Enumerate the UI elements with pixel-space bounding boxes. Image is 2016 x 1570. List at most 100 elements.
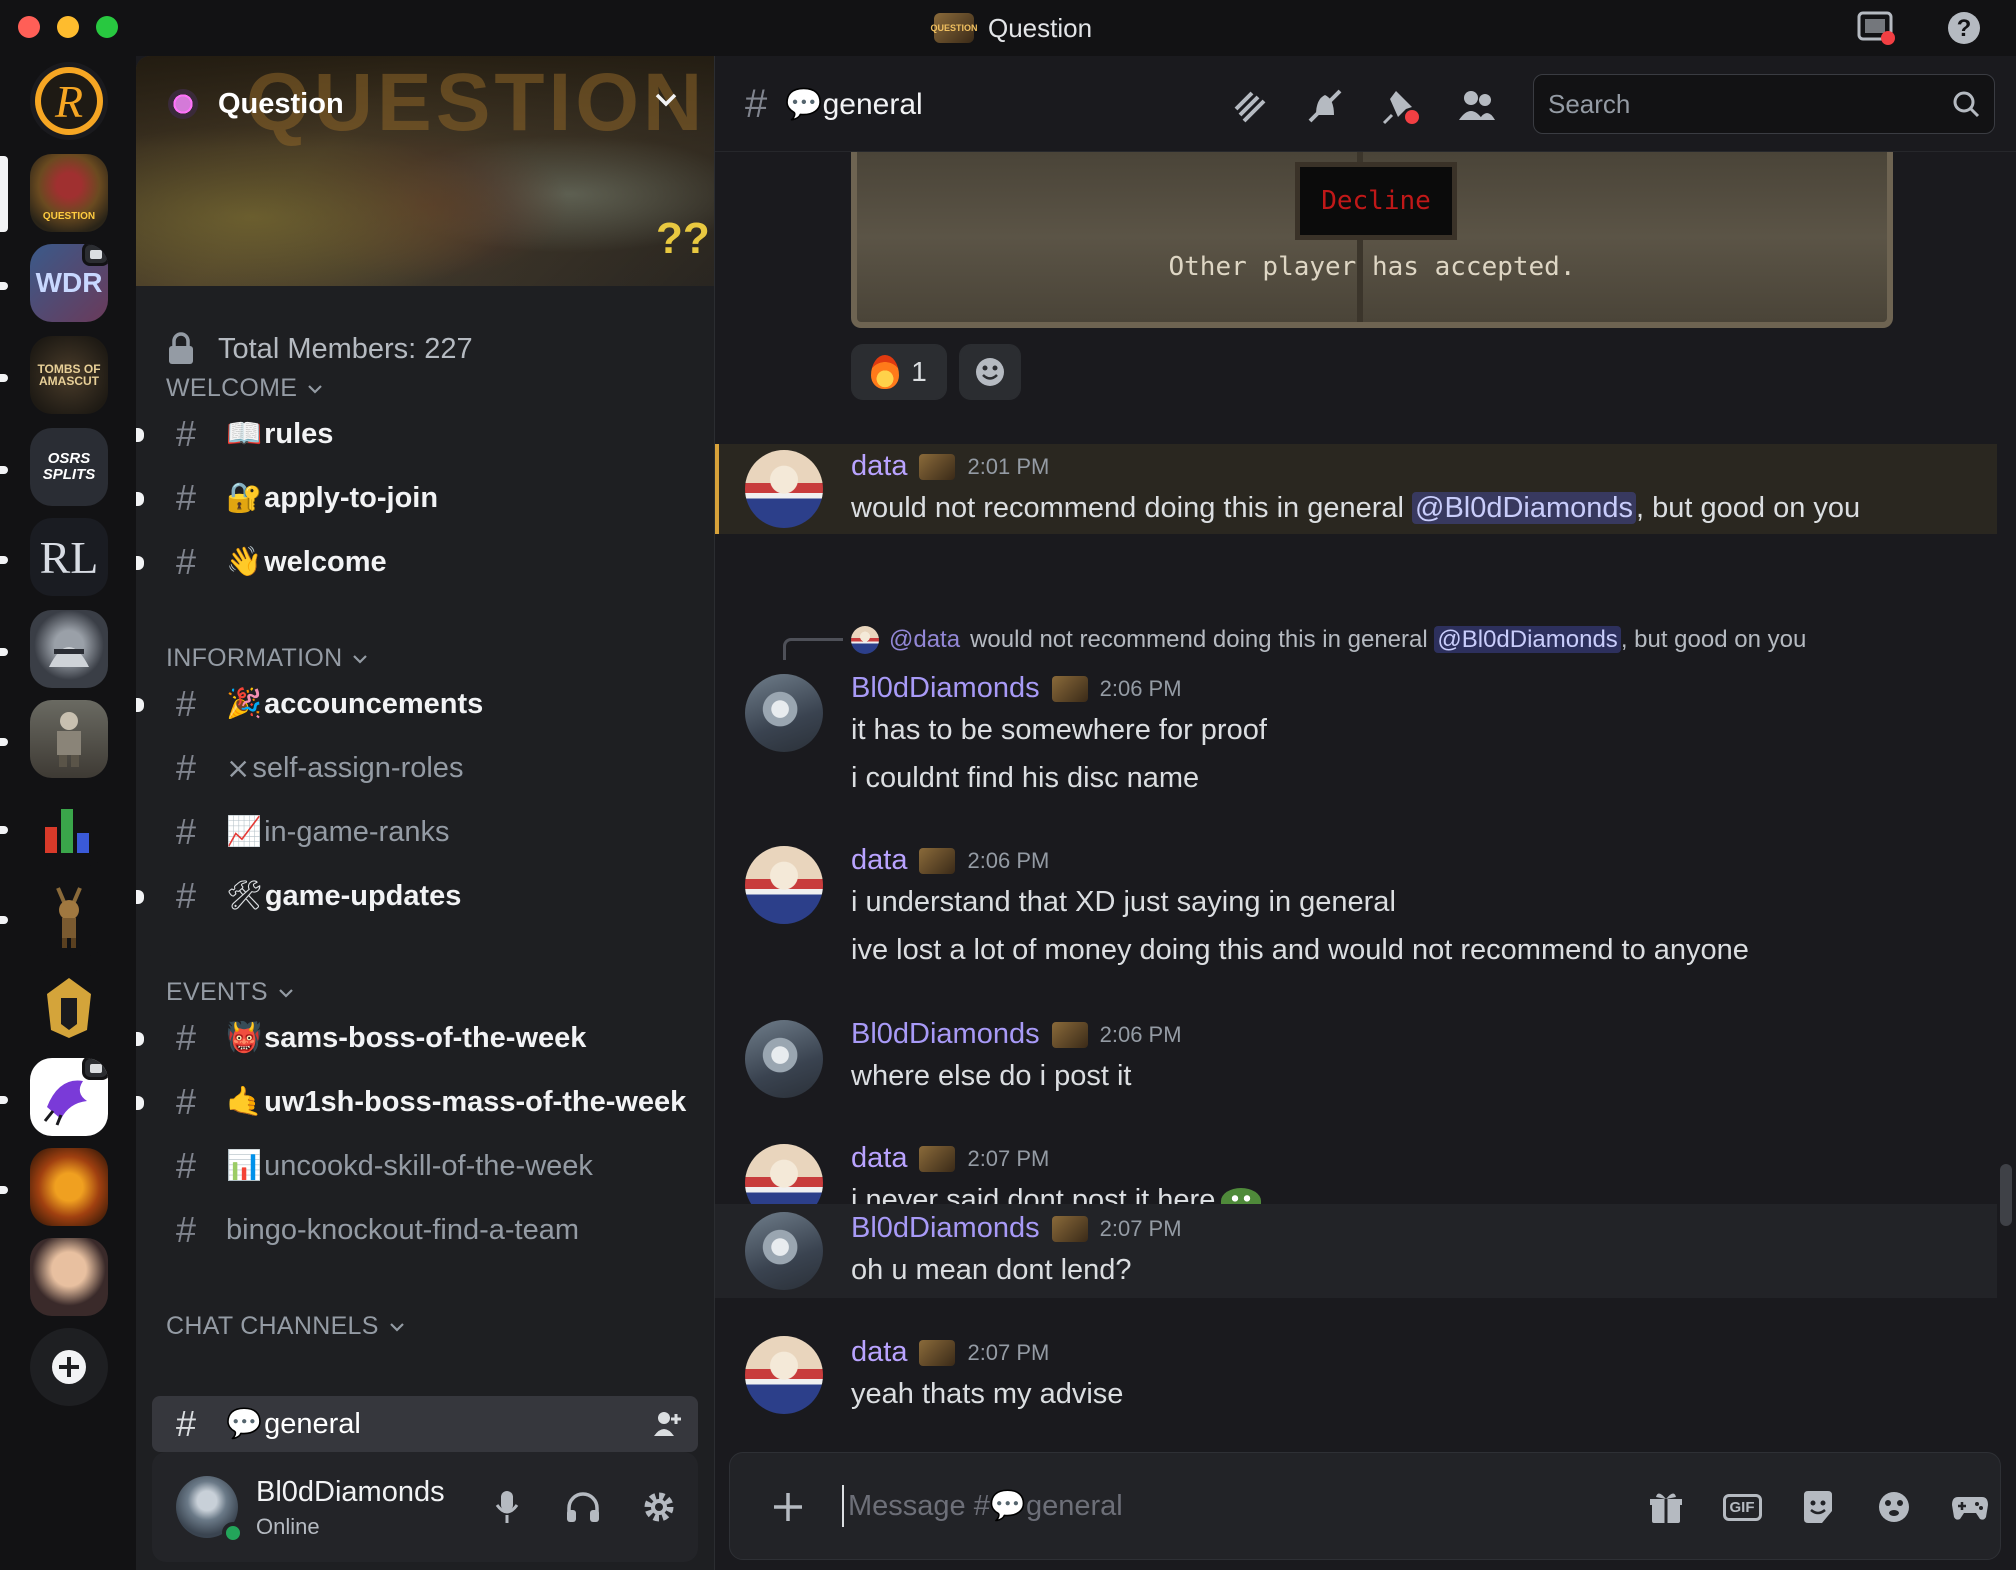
reply-preview[interactable]: @data would not recommend doing this in …: [851, 626, 1806, 654]
close-window-button[interactable]: [18, 16, 40, 38]
channel-accouncements[interactable]: # 🎉 accouncements: [136, 676, 698, 732]
search-input[interactable]: Search: [1533, 74, 1995, 134]
category-information[interactable]: INFORMATION: [166, 644, 368, 673]
inbox-icon[interactable]: [1856, 10, 1896, 46]
avatar[interactable]: [745, 1212, 823, 1290]
hash-icon: #: [745, 82, 768, 126]
pins-button[interactable]: [1381, 86, 1421, 126]
user-name[interactable]: Bl0dDiamonds: [256, 1476, 445, 1509]
microphone-button[interactable]: [482, 1482, 532, 1532]
mute-button[interactable]: [1305, 86, 1345, 126]
embed-status-text: Other player has accepted.: [1168, 252, 1576, 282]
message-author[interactable]: data: [851, 844, 907, 877]
user-mention[interactable]: @Bl0dDiamonds: [1412, 492, 1637, 524]
channel-emoji: 📖: [226, 418, 263, 450]
message-header: data 2:07 PM: [851, 1336, 1049, 1369]
channel-self-assign-roles[interactable]: # ⨯ self-assign-roles: [152, 740, 698, 796]
emoji-button[interactable]: [1870, 1483, 1918, 1531]
add-reaction-button[interactable]: [959, 344, 1021, 400]
message[interactable]: Bl0dDiamonds 2:07 PM oh u mean dont lend…: [715, 1204, 1997, 1298]
message-timestamp: 2:07 PM: [967, 1145, 1050, 1171]
server-tombs[interactable]: TOMBS OF AMASCUT: [30, 336, 108, 414]
settings-button[interactable]: [634, 1482, 684, 1532]
server-helm[interactable]: [30, 610, 108, 688]
server-reindeer[interactable]: [30, 878, 108, 956]
user-mention[interactable]: @Bl0dDiamonds: [1434, 626, 1621, 653]
server-header[interactable]: Question: [136, 56, 714, 152]
message-timestamp: 2:07 PM: [967, 1339, 1050, 1365]
gif-button[interactable]: GIF: [1718, 1483, 1766, 1531]
unread-indicator: [136, 556, 144, 570]
add-member-icon[interactable]: [652, 1410, 682, 1438]
message[interactable]: data 2:01 PM would not recommend doing t…: [715, 444, 1997, 534]
server-osrs-splits[interactable]: OSRS SPLITS: [30, 428, 108, 506]
sticker-button[interactable]: [1794, 1483, 1842, 1531]
server-tombs-label: TOMBS OF AMASCUT: [37, 362, 101, 388]
message-author[interactable]: Bl0dDiamonds: [851, 1212, 1040, 1245]
gift-button[interactable]: [1642, 1483, 1690, 1531]
message-author[interactable]: data: [851, 1142, 907, 1175]
avatar[interactable]: [745, 846, 823, 924]
server-spartan[interactable]: [30, 968, 108, 1046]
boost-icon: [168, 89, 198, 119]
channel-apply-to-join[interactable]: # 🔐 apply-to-join: [136, 470, 698, 526]
message[interactable]: @data would not recommend doing this in …: [715, 564, 1997, 794]
category-events[interactable]: EVENTS: [166, 978, 294, 1007]
scrollbar-thumb[interactable]: [2000, 1164, 2012, 1226]
unread-indicator: [0, 826, 8, 834]
zoom-window-button[interactable]: [96, 16, 118, 38]
reaction-count: 1: [911, 356, 927, 387]
member-count-channel[interactable]: Total Members: 227: [166, 332, 473, 366]
server-stats[interactable]: [30, 788, 108, 866]
chevron-down-icon: [308, 384, 323, 394]
headphones-button[interactable]: [558, 1482, 608, 1532]
message[interactable]: data 2:06 PM i understand that XD just s…: [715, 784, 1997, 966]
unread-indicator: [0, 648, 8, 656]
help-icon[interactable]: ?: [1944, 10, 1984, 46]
channel-rules[interactable]: # 📖 rules: [136, 406, 698, 462]
server-bird[interactable]: [30, 1058, 108, 1136]
activities-button[interactable]: [1946, 1483, 1994, 1531]
reaction-fire[interactable]: 1: [851, 344, 947, 400]
channel-title-text: general: [822, 88, 923, 121]
avatar[interactable]: [745, 1336, 823, 1414]
upload-button[interactable]: [764, 1483, 812, 1531]
channel-uncookd-skill-of-the-week[interactable]: # 📊 uncookd-skill-of-the-week: [152, 1138, 698, 1194]
search-icon: [1953, 91, 1980, 118]
category-chat-channels[interactable]: CHAT CHANNELS: [166, 1312, 405, 1341]
channel-welcome[interactable]: # 👋 welcome: [136, 534, 698, 590]
server-character[interactable]: [30, 700, 108, 778]
message-author[interactable]: Bl0dDiamonds: [851, 672, 1040, 705]
server-question[interactable]: QUESTION: [30, 154, 108, 232]
server-person[interactable]: [30, 1238, 108, 1316]
category-label: INFORMATION: [166, 644, 343, 672]
channel-general[interactable]: # 💬 general: [152, 1396, 698, 1452]
message-author[interactable]: data: [851, 450, 907, 483]
message[interactable]: data 2:07 PM yeah thats my advise: [715, 1328, 1997, 1428]
channel-sams-boss-of-the-week[interactable]: # 👹 sams-boss-of-the-week: [136, 1010, 698, 1066]
window-title-text: Question: [988, 12, 1093, 43]
category-welcome[interactable]: WELCOME: [166, 374, 323, 403]
channel-in-game-ranks[interactable]: # 📈 in-game-ranks: [152, 804, 698, 860]
message[interactable]: Bl0dDiamonds 2:06 PM where else do i pos…: [715, 956, 1997, 1098]
member-list-button[interactable]: [1457, 86, 1497, 126]
message-author[interactable]: data: [851, 1336, 907, 1369]
embedded-image[interactable]: Decline Other player has accepted.: [851, 152, 1893, 328]
add-server-button[interactable]: [30, 1328, 108, 1406]
server-rl[interactable]: RL: [30, 518, 108, 596]
channel-bingo-knockout-find-a-team[interactable]: # bingo-knockout-find-a-team: [152, 1202, 698, 1258]
minimize-window-button[interactable]: [57, 16, 79, 38]
channel-game-updates[interactable]: # 🛠 game-updates: [136, 868, 698, 924]
reply-author[interactable]: @data: [889, 626, 960, 654]
message[interactable]: data 2:07 PM i never said dont post it h…: [715, 1080, 1997, 1222]
server-wdr[interactable]: WDR: [30, 244, 108, 322]
avatar[interactable]: [745, 674, 823, 752]
channel-uw1sh-boss-mass-of-the-week[interactable]: # 🤙 uw1sh-boss-mass-of-the-week: [136, 1074, 698, 1130]
message-author[interactable]: Bl0dDiamonds: [851, 1018, 1040, 1051]
server-r[interactable]: R: [30, 62, 108, 140]
avatar[interactable]: [745, 450, 823, 528]
server-demon[interactable]: [30, 1148, 108, 1226]
message-composer[interactable]: Message #💬general GIF: [729, 1452, 2001, 1560]
message-input[interactable]: Message #💬general: [842, 1485, 1123, 1527]
threads-button[interactable]: [1229, 86, 1269, 126]
